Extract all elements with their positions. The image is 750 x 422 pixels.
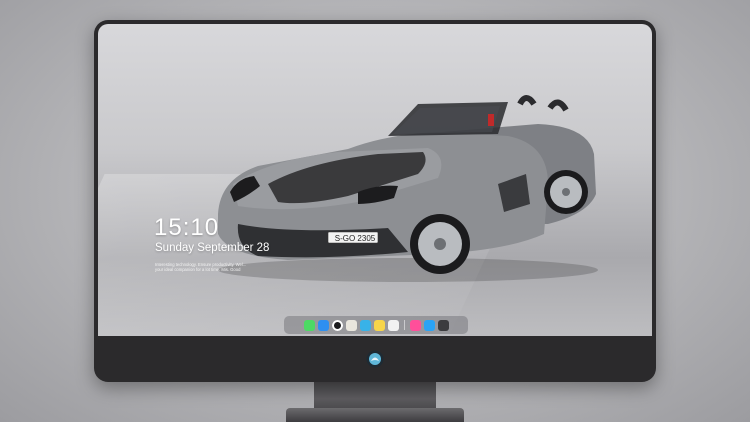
app-store-icon[interactable] [423,319,435,331]
brand-logo-icon [366,350,384,368]
video-icon[interactable] [359,319,371,331]
monitor-stand-base [286,408,464,422]
photos-icon[interactable] [345,319,357,331]
lock-screen-tip: Interesting technology. Ensure productiv… [155,262,275,272]
dock [284,316,468,334]
finder-icon[interactable] [317,319,329,331]
lock-screen-date: Sunday September 28 [155,242,270,254]
dock-separator [403,320,405,330]
camera-icon[interactable] [437,319,449,331]
messages-icon[interactable] [303,319,315,331]
notes-icon[interactable] [373,319,385,331]
clock-icon[interactable] [331,319,343,331]
lock-screen-tip-line-2: your ideal companion for a lot time. Mis… [155,267,241,272]
lock-screen-time: 15:10 [154,214,220,241]
monitor: S-GO 2305 15:10 Sunday September 28 Inte… [94,20,656,382]
monitor-stand-neck [314,382,436,410]
license-plate-text: S-GO 2305 [334,234,376,243]
desktop-screen: S-GO 2305 15:10 Sunday September 28 Inte… [98,24,652,336]
gallery-icon[interactable] [387,319,399,331]
music-icon[interactable] [409,319,421,331]
